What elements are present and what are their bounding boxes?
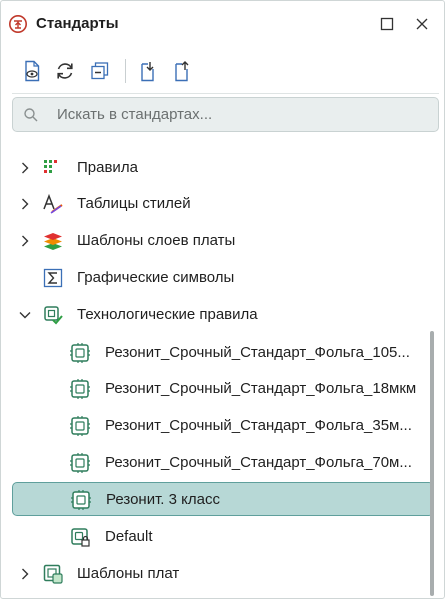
tree-item-label: Default [105, 528, 153, 545]
search-box[interactable] [12, 97, 439, 132]
chevron-right-icon[interactable] [18, 161, 32, 175]
layers-icon [42, 230, 64, 252]
tree-item-rule-file[interactable]: Резонит_Срочный_Стандарт_Фольга_70м... [12, 446, 434, 480]
rules-icon [42, 157, 64, 179]
tree-item-label: Технологические правила [77, 306, 258, 323]
tree-item-label: Резонит. 3 класс [106, 491, 220, 508]
view-document-icon[interactable] [19, 58, 45, 84]
chip-icon [69, 342, 91, 364]
search-input[interactable] [57, 98, 427, 131]
board-templates-icon [42, 563, 64, 585]
tree-item-rule-file[interactable]: Резонит_Срочный_Стандарт_Фольга_35м... [12, 409, 434, 443]
chip-icon [70, 489, 92, 511]
tree-item-label: Резонит_Срочный_Стандарт_Фольга_35м... [105, 417, 412, 434]
tree-item-rule-file[interactable]: Резонит_Срочный_Стандарт_Фольга_105... [12, 336, 434, 370]
toolbar [1, 53, 444, 89]
search-icon [23, 107, 39, 123]
tree-item-graphic-symbols[interactable]: Графические символы [12, 261, 434, 295]
chip-icon [69, 415, 91, 437]
tree-item-rule-file[interactable]: Резонит_Срочный_Стандарт_Фольга_18мкм [12, 372, 434, 406]
tree-item-label: Таблицы стилей [77, 195, 191, 212]
standards-panel: Стандарты Искать в стандартах... Правила… [0, 0, 445, 599]
tree-item-board-templates[interactable]: Шаблоны плат [12, 557, 434, 591]
toolbar-separator [125, 59, 126, 83]
tree-item-technology-rules[interactable]: Технологические правила [12, 298, 434, 332]
tree-item-label: Резонит_Срочный_Стандарт_Фольга_105... [105, 344, 410, 361]
sigma-icon [42, 267, 64, 289]
tree-item-label: Правила [77, 159, 138, 176]
title-bar: Стандарты [1, 1, 444, 47]
tree-item-rule-file-selected[interactable]: Резонит. 3 класс [12, 482, 434, 516]
tree-item-board-layer-templates[interactable]: Шаблоны слоев платы [12, 224, 434, 258]
chevron-right-icon[interactable] [18, 197, 32, 211]
standards-app-icon [8, 14, 28, 34]
import-icon[interactable] [136, 58, 162, 84]
tree-item-label: Резонит_Срочный_Стандарт_Фольга_70м... [105, 454, 412, 471]
tree-item-rule-file-default[interactable]: Default [12, 520, 434, 554]
close-icon[interactable] [412, 14, 432, 34]
chip-icon [69, 378, 91, 400]
tree-item-label: Шаблоны слоев платы [77, 232, 236, 249]
maximize-icon[interactable] [377, 14, 397, 34]
style-tables-icon [42, 193, 64, 215]
locked-chip-icon [69, 526, 91, 548]
chevron-down-icon[interactable] [18, 308, 32, 322]
tree-item-style-tables[interactable]: Таблицы стилей [12, 187, 434, 221]
refresh-icon[interactable] [52, 58, 78, 84]
chevron-right-icon[interactable] [18, 234, 32, 248]
technology-rules-icon [42, 304, 64, 326]
tree-item-rules[interactable]: Правила [12, 151, 434, 185]
tree-item-label: Резонит_Срочный_Стандарт_Фольга_18мкм [105, 380, 417, 397]
vertical-scrollbar[interactable] [430, 331, 434, 596]
export-icon[interactable] [170, 58, 196, 84]
tree-item-label: Графические символы [77, 269, 235, 286]
chevron-right-icon[interactable] [18, 567, 32, 581]
collapse-all-icon[interactable] [87, 58, 113, 84]
toolbar-divider [12, 93, 439, 94]
tree-item-label: Шаблоны плат [77, 565, 180, 582]
panel-title: Стандарты [36, 15, 119, 32]
chip-icon [69, 452, 91, 474]
